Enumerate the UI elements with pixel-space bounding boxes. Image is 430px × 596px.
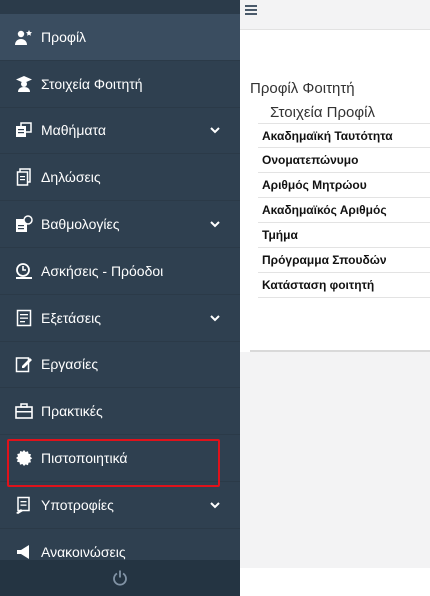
power-icon[interactable]: [112, 570, 128, 586]
field-full-name: Ονοματεπώνυμο: [258, 148, 430, 173]
field-study-program: Πρόγραμμα Σπουδών: [258, 248, 430, 273]
sidebar-footer: [0, 560, 240, 596]
sidebar-item-declarations[interactable]: Δηλώσεις: [0, 154, 240, 202]
sidebar-item-label: Ανακοινώσεις: [41, 543, 126, 560]
documents-icon: [14, 167, 34, 187]
sidebar-item-courses[interactable]: Μαθήματα: [0, 108, 240, 155]
sidebar-item-exercises[interactable]: Ασκήσεις - Πρόοδοι: [0, 248, 240, 295]
field-registration-number: Αριθμός Μητρώου: [258, 173, 430, 198]
sidebar-item-label: Βαθμολογίες: [41, 216, 120, 233]
sidebar-item-label: Προφίλ: [41, 28, 87, 45]
edit-icon: [14, 354, 34, 374]
sidebar-item-exams[interactable]: Εξετάσεις: [0, 295, 240, 342]
chevron-down-icon: [210, 127, 220, 134]
sidebar-item-assignments[interactable]: Εργασίες: [0, 342, 240, 389]
sidebar-item-scholarships[interactable]: Υποτροφίες: [0, 482, 240, 529]
chevron-down-icon: [210, 221, 220, 228]
profile-field-list: Ακαδημαϊκή Ταυτότητα Ονοματεπώνυμο Αριθμ…: [258, 123, 430, 298]
graduate-icon: [14, 74, 34, 94]
sidebar-item-certificates[interactable]: Πιστοποιητικά: [0, 435, 240, 482]
sidebar-item-label: Εξετάσεις: [41, 309, 102, 326]
sidebar-item-label: Πρακτικές: [41, 403, 103, 420]
grades-icon: [14, 214, 34, 234]
field-academic-id: Ακαδημαϊκή Ταυτότητα: [258, 123, 430, 148]
sidebar-top-strip: [0, 0, 240, 14]
courses-icon: [14, 120, 34, 140]
page-title: Προφίλ Φοιτητή: [250, 80, 355, 97]
exercises-icon: [14, 261, 34, 281]
sidebar-item-grades[interactable]: Βαθμολογίες: [0, 201, 240, 248]
field-student-status: Κατάσταση φοιτητή: [258, 273, 430, 298]
sidebar-item-student-details[interactable]: Στοιχεία Φοιτητή: [0, 61, 240, 108]
exams-icon: [14, 308, 34, 328]
content-background: [240, 352, 430, 568]
chevron-down-icon: [210, 502, 220, 509]
scholarship-icon: [14, 495, 34, 515]
sidebar-item-label: Εργασίες: [41, 356, 99, 373]
sidebar-item-label: Πιστοποιητικά: [41, 450, 128, 467]
announcements-icon: [14, 542, 34, 562]
sidebar-item-label: Στοιχεία Φοιτητή: [41, 75, 143, 92]
sidebar-item-label: Υποτροφίες: [41, 496, 114, 513]
field-department: Τμήμα: [258, 223, 430, 248]
user-star-icon: [14, 27, 34, 47]
sidebar-item-profile[interactable]: Προφίλ: [0, 14, 240, 61]
sidebar-item-label: Δηλώσεις: [41, 169, 101, 186]
sidebar-item-label: Μαθήματα: [41, 122, 106, 139]
hamburger-icon[interactable]: [245, 5, 257, 15]
briefcase-icon: [14, 401, 34, 421]
certificate-icon: [14, 448, 34, 468]
field-academic-number: Ακαδημαϊκός Αριθμός: [258, 198, 430, 223]
sidebar-item-internships[interactable]: Πρακτικές: [0, 388, 240, 436]
section-title: Στοιχεία Προφίλ: [270, 104, 375, 121]
sidebar-item-label: Ασκήσεις - Πρόοδοι: [41, 262, 164, 279]
top-bar: [240, 0, 430, 30]
chevron-down-icon: [210, 314, 220, 322]
sidebar: Προφίλ Στοιχεία Φοιτητή Μαθήματα Δηλώσει…: [0, 0, 240, 596]
